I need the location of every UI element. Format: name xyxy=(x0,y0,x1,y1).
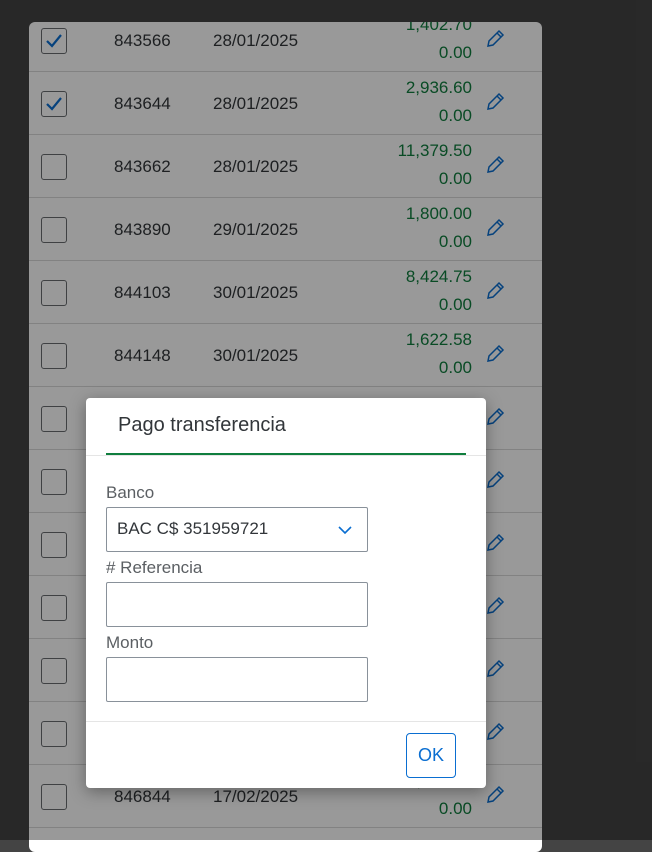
amount-label: Monto xyxy=(106,633,154,652)
bank-select[interactable]: BAC C$ 351959721 xyxy=(106,507,368,552)
amount-input[interactable] xyxy=(106,657,368,702)
footer-divider xyxy=(86,721,486,722)
transfer-dialog: Pago transferencia Banco BAC C$ 35195972… xyxy=(86,398,486,788)
chevron-down-icon xyxy=(338,526,352,535)
reference-label: # Referencia xyxy=(106,558,203,577)
reference-input[interactable] xyxy=(106,582,368,627)
header-divider xyxy=(86,455,486,456)
ok-button[interactable]: OK xyxy=(406,733,456,778)
bank-selected-value: BAC C$ 351959721 xyxy=(117,519,269,538)
dialog-title: Pago transferencia xyxy=(118,414,286,436)
bank-label: Banco xyxy=(106,483,155,502)
